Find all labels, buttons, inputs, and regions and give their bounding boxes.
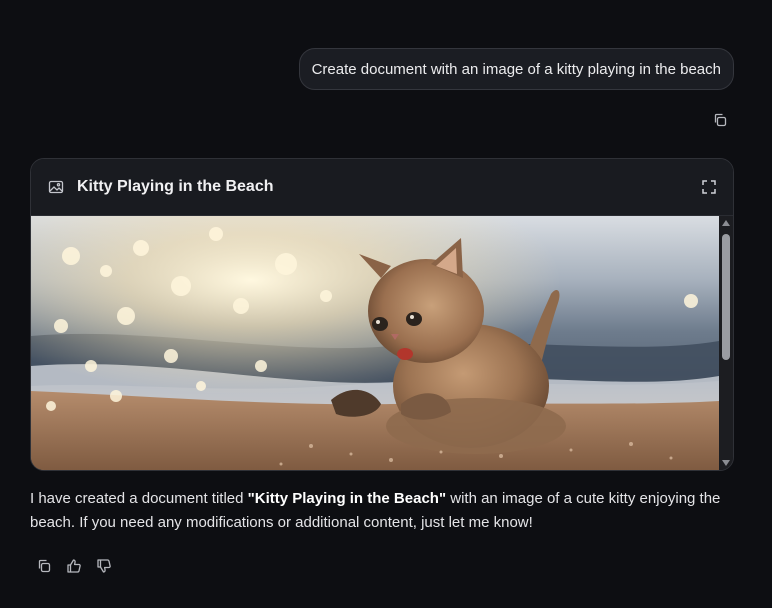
image-icon [47,178,65,196]
thumbs-up-icon [66,558,82,574]
user-message-text: Create document with an image of a kitty… [311,60,721,78]
document-header: Kitty Playing in the Beach [31,159,733,216]
assistant-message-prefix: I have created a document titled [30,490,248,507]
user-message-bubble: Create document with an image of a kitty… [298,48,734,90]
thumbs-down-icon [96,558,112,574]
copy-icon [712,112,728,128]
assistant-message: I have created a document titled "Kitty … [30,487,730,535]
copy-user-message-button[interactable] [710,110,730,130]
thumbs-up-button[interactable] [64,556,84,576]
copy-response-button[interactable] [34,556,54,576]
scroll-down-arrow-icon[interactable] [722,460,730,466]
expand-icon [701,179,717,195]
document-scrollbar[interactable] [719,216,733,470]
thumbs-down-button[interactable] [94,556,114,576]
document-body [31,216,719,470]
expand-document-button[interactable] [699,177,719,197]
document-card[interactable]: Kitty Playing in the Beach [30,158,734,471]
message-actions [34,556,114,576]
assistant-message-doc-title: "Kitty Playing in the Beach" [247,490,447,507]
scroll-up-arrow-icon[interactable] [722,220,730,226]
kitty-beach-image [31,216,719,470]
scrollbar-thumb[interactable] [722,234,730,360]
copy-icon [36,558,52,574]
chat-page: Create document with an image of a kitty… [0,0,772,608]
document-title: Kitty Playing in the Beach [77,178,274,195]
